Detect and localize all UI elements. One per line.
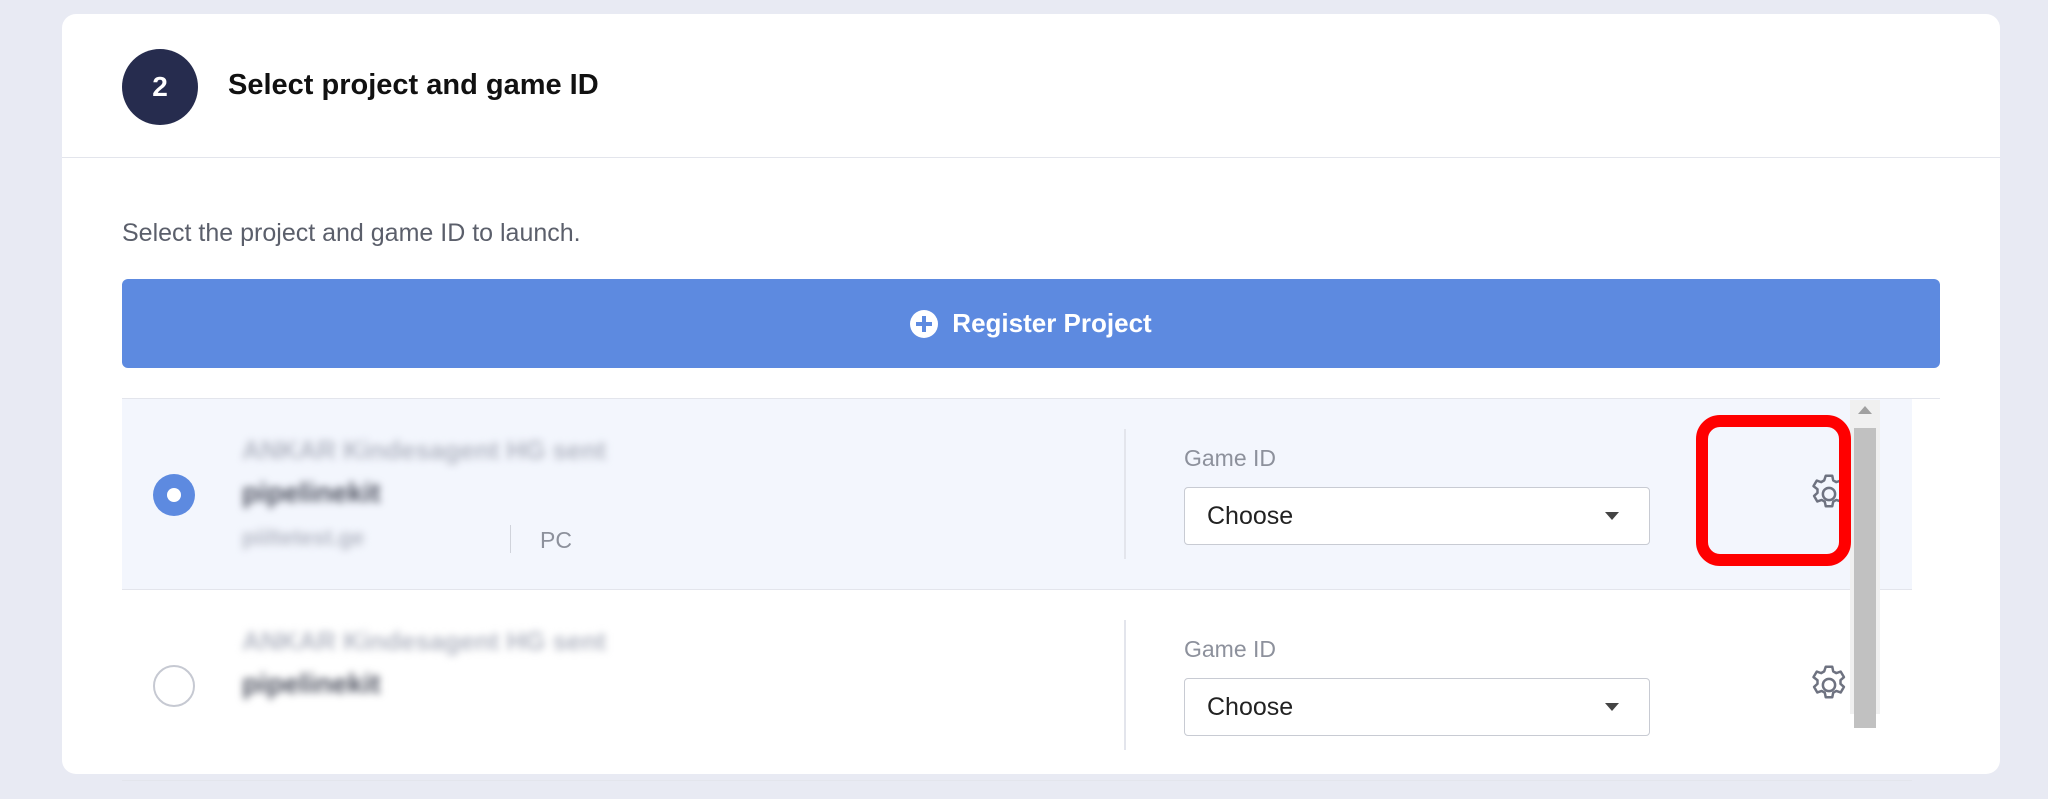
- game-id-select[interactable]: Choose: [1184, 678, 1650, 736]
- register-project-label: Register Project: [952, 308, 1152, 338]
- scroll-up-arrow-icon[interactable]: [1858, 406, 1872, 414]
- scrollbar[interactable]: [1850, 400, 1880, 728]
- project-name: ANKAR Kindesagent HG sent: [242, 626, 607, 656]
- game-id-select[interactable]: Choose: [1184, 487, 1650, 545]
- project-list: ANKAR Kindesagent HG sent pipelinekit pi…: [122, 398, 1940, 799]
- project-row[interactable]: ANKAR Kindesagent HG sent pipelinekit Ga…: [122, 590, 1912, 781]
- column-divider: [1124, 429, 1126, 559]
- project-subtitle: pipelinekit: [242, 477, 381, 508]
- project-name: ANKAR Kindesagent HG sent: [242, 435, 607, 465]
- project-radio[interactable]: [153, 665, 195, 707]
- meta-separator: [510, 525, 511, 553]
- game-id-label: Game ID: [1184, 445, 1277, 471]
- chevron-down-icon: [1605, 703, 1619, 711]
- column-divider: [1124, 620, 1126, 750]
- step-card: 2 Select project and game ID Select the …: [62, 14, 2000, 781]
- intro-text: Select the project and game ID to launch…: [122, 219, 581, 247]
- step-header: 2 Select project and game ID: [62, 14, 2000, 158]
- game-id-value: Choose: [1207, 693, 1294, 721]
- project-subtitle: pipelinekit: [242, 668, 381, 699]
- project-row[interactable]: ANKAR Kindesagent HG sent pipelinekit pi…: [122, 399, 1912, 590]
- register-project-button[interactable]: Register Project: [122, 279, 1940, 368]
- project-meta: piiltetest.ge: [242, 525, 365, 550]
- step-title: Select project and game ID: [228, 69, 599, 101]
- gear-icon[interactable]: [1806, 662, 1852, 708]
- game-id-label: Game ID: [1184, 636, 1277, 662]
- plus-circle-icon: [910, 309, 939, 338]
- project-radio[interactable]: [153, 474, 195, 516]
- game-id-value: Choose: [1207, 502, 1294, 530]
- platform-label: PC: [540, 527, 572, 553]
- scroll-thumb[interactable]: [1854, 428, 1876, 728]
- step-number-badge: 2: [122, 49, 198, 125]
- chevron-down-icon: [1605, 512, 1619, 520]
- gear-icon[interactable]: [1806, 471, 1852, 517]
